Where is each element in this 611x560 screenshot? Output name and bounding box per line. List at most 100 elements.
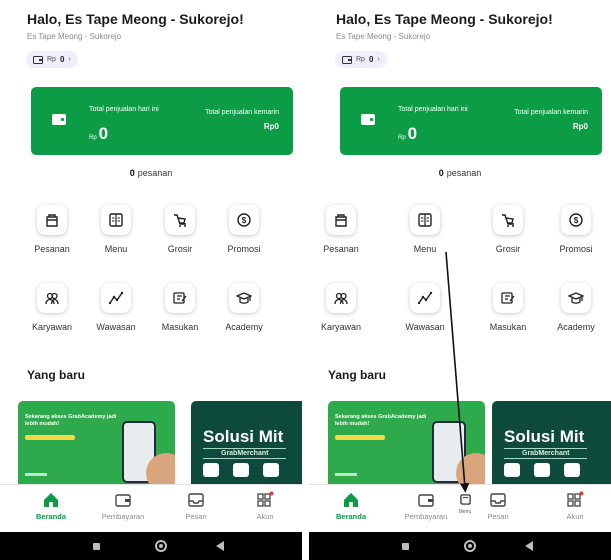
banner-footer-logo xyxy=(335,473,357,476)
orders-count-label: pesanan xyxy=(446,168,482,178)
comparison-page: Halo, Es Tape Meong - Sukorejo! Es Tape … xyxy=(0,0,611,560)
greeting-title: Halo, Es Tape Meong - Sukorejo! xyxy=(336,11,553,27)
bag-icon xyxy=(233,463,249,477)
wallet-icon xyxy=(33,56,43,64)
banner-title: Sekarang akses GrabAcademy jadi lebih mu… xyxy=(335,414,427,427)
home-icon xyxy=(344,493,358,507)
yesterday-sales-value: Rp0 xyxy=(263,122,279,131)
section-title-new: Yang baru xyxy=(27,368,86,382)
nav-beranda[interactable]: Beranda xyxy=(21,491,81,521)
banner-cta xyxy=(25,435,75,440)
cart-icon xyxy=(174,214,186,227)
menu-item-pesanan[interactable]: Pesanan xyxy=(311,205,371,254)
menu-item-wawasan[interactable]: Wawasan xyxy=(395,283,455,332)
menu-item-grosir[interactable]: Grosir xyxy=(150,205,210,254)
people-icon xyxy=(334,292,348,305)
today-sales-currency: Rp xyxy=(398,135,406,141)
cart-icon xyxy=(263,463,279,477)
menu-item-menu[interactable]: Menu xyxy=(395,205,455,254)
sales-summary-card[interactable]: Total penjualan hari ini Rp 0 Total penj… xyxy=(340,87,602,155)
svg-text:$: $ xyxy=(574,216,579,225)
menu-item-wawasan[interactable]: Wawasan xyxy=(86,283,146,332)
banner-solusi-mitra[interactable]: Solusi Mit GrabMerchant xyxy=(492,401,611,489)
orders-count[interactable]: 0 pesanan xyxy=(0,168,302,178)
menu-item-masukan[interactable]: Masukan xyxy=(478,283,538,332)
banner-title: Sekarang akses GrabAcademy jadi lebih mu… xyxy=(25,414,117,427)
recent-apps-icon[interactable] xyxy=(402,543,409,550)
nav-label: Beranda xyxy=(35,512,66,521)
sales-summary-card[interactable]: Total penjualan hari ini Rp 0 Total penj… xyxy=(31,87,293,155)
screen-before: Halo, Es Tape Meong - Sukorejo! Es Tape … xyxy=(0,0,302,560)
banner-solusi-mitra[interactable]: Solusi Mit GrabMerchant xyxy=(191,401,302,489)
bag-icon xyxy=(335,214,347,227)
today-sales-amount: 0 xyxy=(98,124,109,143)
menu-item-academy[interactable]: Academy xyxy=(214,283,274,332)
wallet-balance-pill[interactable]: Rp 0 › xyxy=(26,51,78,68)
wallet-icon xyxy=(115,494,131,507)
menu-item-karyawan[interactable]: Karyawan xyxy=(311,283,371,332)
inbox-icon xyxy=(490,493,506,507)
dollar-circle-icon: $ xyxy=(569,213,583,227)
yesterday-sales-value: Rp0 xyxy=(572,122,588,131)
menu-item-label: Academy xyxy=(225,322,263,332)
today-sales-currency: Rp xyxy=(89,135,97,141)
orders-count[interactable]: 0 pesanan xyxy=(309,168,611,178)
menu-item-karyawan[interactable]: Karyawan xyxy=(22,283,82,332)
back-icon[interactable] xyxy=(216,541,224,551)
banner-grabacademy[interactable]: Sekarang akses GrabAcademy jadi lebih mu… xyxy=(328,401,485,489)
bag-icon xyxy=(534,463,550,477)
chevron-right-icon: › xyxy=(377,56,380,63)
nav-akun[interactable]: Akun xyxy=(545,491,605,521)
yesterday-sales-label: Total penjualan kemarin xyxy=(514,109,588,116)
yesterday-sales-label: Total penjualan kemarin xyxy=(205,109,279,116)
nav-label: Pesan xyxy=(487,512,509,521)
home-button-icon[interactable] xyxy=(464,540,476,552)
section-title-new: Yang baru xyxy=(328,368,387,382)
wallet-currency: Rp xyxy=(47,56,56,63)
menu-item-label: Masukan xyxy=(161,322,199,332)
today-sales-label: Total penjualan hari ini xyxy=(89,106,159,113)
home-button-icon[interactable] xyxy=(155,540,167,552)
nav-pesan[interactable]: Pesan xyxy=(468,491,528,521)
greeting-title: Halo, Es Tape Meong - Sukorejo! xyxy=(27,11,244,27)
menu-item-academy[interactable]: Academy xyxy=(546,283,606,332)
banner-subtitle: GrabMerchant xyxy=(203,448,287,459)
back-icon[interactable] xyxy=(525,541,533,551)
menu-item-label: Wawasan xyxy=(405,322,445,332)
menu-item-label: Promosi xyxy=(227,244,261,254)
banner-title: Solusi Mit xyxy=(504,427,585,446)
wallet-balance-pill[interactable]: Rp 0 › xyxy=(335,51,387,68)
nav-beranda[interactable]: Beranda xyxy=(321,491,381,521)
menu-item-promosi[interactable]: $ Promosi xyxy=(546,205,606,254)
menu-item-label: Pesanan xyxy=(323,244,359,254)
banner-footer-logo xyxy=(25,473,47,476)
wallet-currency: Rp xyxy=(356,56,365,63)
nav-akun[interactable]: Akun xyxy=(235,491,295,521)
nav-pesan[interactable]: Pesan xyxy=(166,491,226,521)
menu-item-masukan[interactable]: Masukan xyxy=(150,283,210,332)
people-icon xyxy=(504,463,520,477)
graduation-cap-icon xyxy=(236,292,252,304)
nav-label: Akun xyxy=(256,512,274,521)
trend-icon xyxy=(417,291,433,305)
orders-count-label: pesanan xyxy=(137,168,173,178)
nav-pembayaran[interactable]: Pembayaran xyxy=(93,491,153,521)
menu-item-pesanan[interactable]: Pesanan xyxy=(22,205,82,254)
menu-item-label: Promosi xyxy=(559,244,593,254)
banner-grabacademy[interactable]: Sekarang akses GrabAcademy jadi lebih mu… xyxy=(18,401,175,489)
menu-item-menu[interactable]: Menu xyxy=(86,205,146,254)
menu-item-label: Karyawan xyxy=(31,322,73,332)
menu-item-label: Menu xyxy=(413,244,437,254)
menu-item-promosi[interactable]: $ Promosi xyxy=(214,205,274,254)
today-sales-value: Rp 0 xyxy=(398,124,417,144)
trend-icon xyxy=(108,291,124,305)
screen-after: Halo, Es Tape Meong - Sukorejo! Es Tape … xyxy=(309,0,611,560)
inbox-icon xyxy=(188,493,204,507)
menu-item-grosir[interactable]: Grosir xyxy=(478,205,538,254)
wallet-amount: 0 xyxy=(368,55,374,64)
bottom-navigation: Beranda Pembayaran Menu Pesan Akun xyxy=(309,484,611,532)
wallet-icon xyxy=(418,494,434,507)
recent-apps-icon[interactable] xyxy=(93,543,100,550)
android-system-bar xyxy=(309,532,611,560)
feedback-icon xyxy=(501,292,515,304)
